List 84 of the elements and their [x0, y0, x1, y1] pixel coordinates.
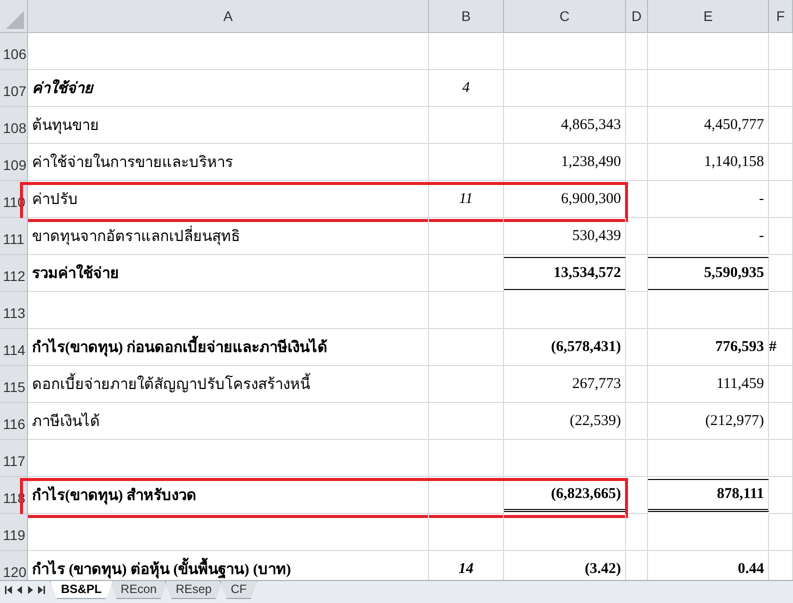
table-cell — [769, 33, 793, 70]
row-header[interactable]: 112 — [0, 255, 28, 292]
column-header[interactable]: E — [648, 0, 769, 33]
table-cell — [626, 440, 648, 477]
table-cell — [626, 477, 648, 514]
row-header[interactable]: 107 — [0, 70, 28, 107]
row-header[interactable]: 111 — [0, 218, 28, 255]
table-cell — [769, 181, 793, 218]
column-header[interactable]: D — [626, 0, 648, 33]
table-cell: 111,459 — [648, 366, 769, 403]
table-cell: ค่าปรับ — [28, 181, 429, 218]
row-header[interactable]: 116 — [0, 403, 28, 440]
table-cell — [626, 181, 648, 218]
column-header[interactable]: C — [504, 0, 626, 33]
table-cell: กำไร(ขาดทุน) ก่อนดอกเบี้ยจ่ายและภาษีเงินได้ — [28, 329, 429, 366]
table-cell: 5,590,935 — [648, 257, 769, 290]
table-cell — [626, 514, 648, 551]
row-header[interactable]: 108 — [0, 107, 28, 144]
sheet-tab[interactable]: CF — [220, 581, 258, 599]
table-cell — [626, 329, 648, 366]
table-cell: - — [648, 218, 769, 255]
table-cell: รวมค่าใช้จ่าย — [28, 255, 429, 292]
table-cell — [769, 403, 793, 440]
row-header[interactable]: 106 — [0, 33, 28, 70]
table-cell: (6,578,431) — [504, 329, 626, 366]
table-cell — [769, 144, 793, 181]
table-cell — [626, 218, 648, 255]
table-cell: ดอกเบี้ยจ่ายภายใต้สัญญาปรับโครงสร้างหนี้ — [28, 366, 429, 403]
table-cell: กำไร(ขาดทุน) สำหรับงวด — [28, 477, 429, 514]
table-cell — [626, 366, 648, 403]
table-cell — [626, 292, 648, 329]
column-header[interactable]: B — [429, 0, 504, 33]
table-cell: ค่าใช้จ่าย — [28, 70, 429, 107]
row-header[interactable]: 113 — [0, 292, 28, 329]
table-cell: (212,977) — [648, 403, 769, 440]
table-cell: ต้นทุนขาย — [28, 107, 429, 144]
table-cell: 6,900,300 — [504, 181, 626, 218]
table-cell: 4,865,343 — [504, 107, 626, 144]
row-header[interactable]: 114 — [0, 329, 28, 366]
table-cell: 11 — [429, 181, 504, 218]
table-cell — [626, 255, 648, 292]
next-sheet-icon[interactable] — [27, 585, 34, 595]
row-header[interactable]: 117 — [0, 440, 28, 477]
table-cell: 776,593 — [648, 329, 769, 366]
row-header[interactable]: 120 — [0, 551, 28, 580]
table-cell — [626, 144, 648, 181]
table-cell — [769, 107, 793, 144]
table-cell — [769, 440, 793, 477]
table-cell: 1,238,490 — [504, 144, 626, 181]
table-cell: 878,111 — [648, 479, 769, 512]
table-cell: 4,450,777 — [648, 107, 769, 144]
sheet-tab[interactable]: REcon — [110, 581, 168, 599]
previous-sheet-icon[interactable] — [16, 585, 23, 595]
column-header[interactable]: F — [769, 0, 793, 33]
table-cell: 267,773 — [504, 366, 626, 403]
table-cell: ภาษีเงินได้ — [28, 403, 429, 440]
first-sheet-icon[interactable] — [5, 585, 12, 595]
table-cell — [769, 366, 793, 403]
row-header[interactable]: 115 — [0, 366, 28, 403]
row-header[interactable]: 109 — [0, 144, 28, 181]
table-cell — [626, 403, 648, 440]
table-cell — [626, 70, 648, 107]
table-cell: 530,439 — [504, 218, 626, 255]
table-cell: # — [769, 329, 793, 366]
table-cell — [769, 255, 793, 292]
column-header[interactable]: A — [28, 0, 429, 33]
table-cell — [769, 514, 793, 551]
table-cell: - — [648, 181, 769, 218]
table-cell — [769, 477, 793, 514]
table-cell: 4 — [429, 70, 504, 107]
table-cell: ค่าใช้จ่ายในการขายและบริหาร — [28, 144, 429, 181]
table-cell: (22,539) — [504, 403, 626, 440]
row-header[interactable]: 119 — [0, 514, 28, 551]
table-cell — [769, 70, 793, 107]
sheet-tab[interactable]: REsep — [164, 581, 223, 599]
table-cell: ขาดทุนจากอัตราแลกเปลี่ยนสุทธิ — [28, 218, 429, 255]
table-cell — [769, 218, 793, 255]
table-cell — [626, 33, 648, 70]
table-cell: 1,140,158 — [648, 144, 769, 181]
sheet-tab[interactable]: BS&PL — [50, 581, 113, 599]
table-cell: 13,534,572 — [504, 257, 626, 290]
table-cell — [626, 107, 648, 144]
last-sheet-icon[interactable] — [38, 585, 45, 595]
table-cell — [769, 292, 793, 329]
